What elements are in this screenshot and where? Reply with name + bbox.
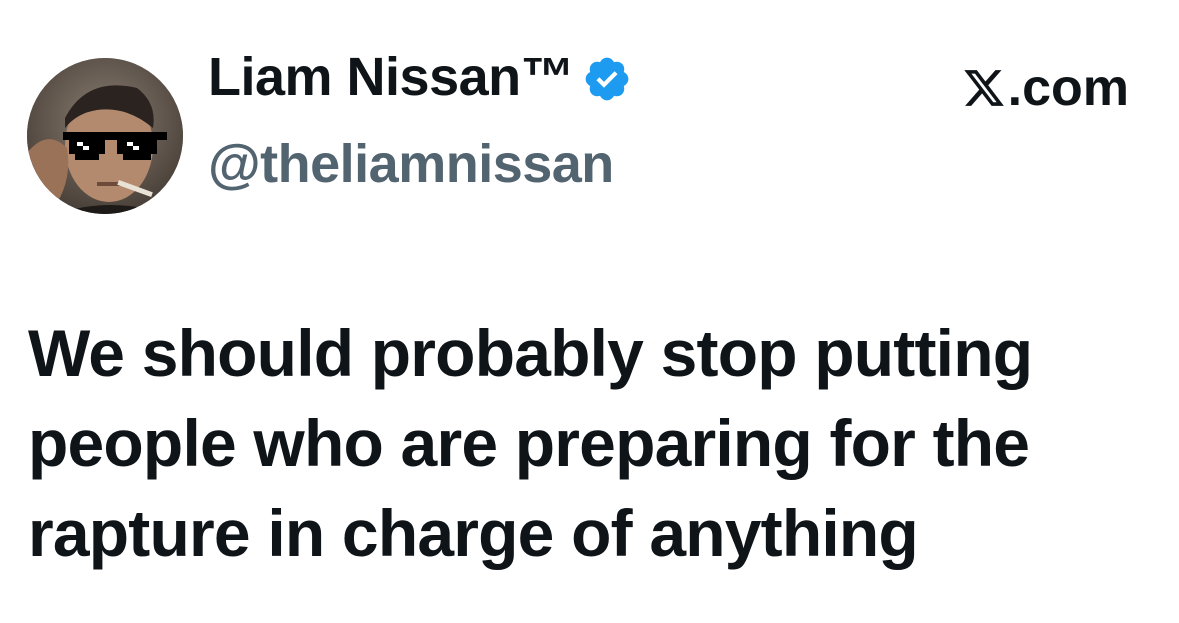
- author-handle[interactable]: @theliamnissan: [208, 137, 614, 191]
- author-name-row[interactable]: Liam Nissan™: [208, 50, 632, 104]
- brand-logo: .com: [962, 62, 1129, 114]
- author-display-name[interactable]: Liam Nissan™: [208, 50, 575, 104]
- avatar[interactable]: [27, 58, 183, 214]
- brand-domain: .com: [1007, 59, 1129, 117]
- x-logo-icon: [962, 66, 1006, 110]
- tweet-card: Liam Nissan™ @theliamnissan .com We shou…: [0, 0, 1179, 623]
- tweet-text: We should probably stop putting people w…: [28, 316, 1033, 570]
- verified-badge-icon: [582, 54, 632, 104]
- avatar-photo: [27, 58, 183, 214]
